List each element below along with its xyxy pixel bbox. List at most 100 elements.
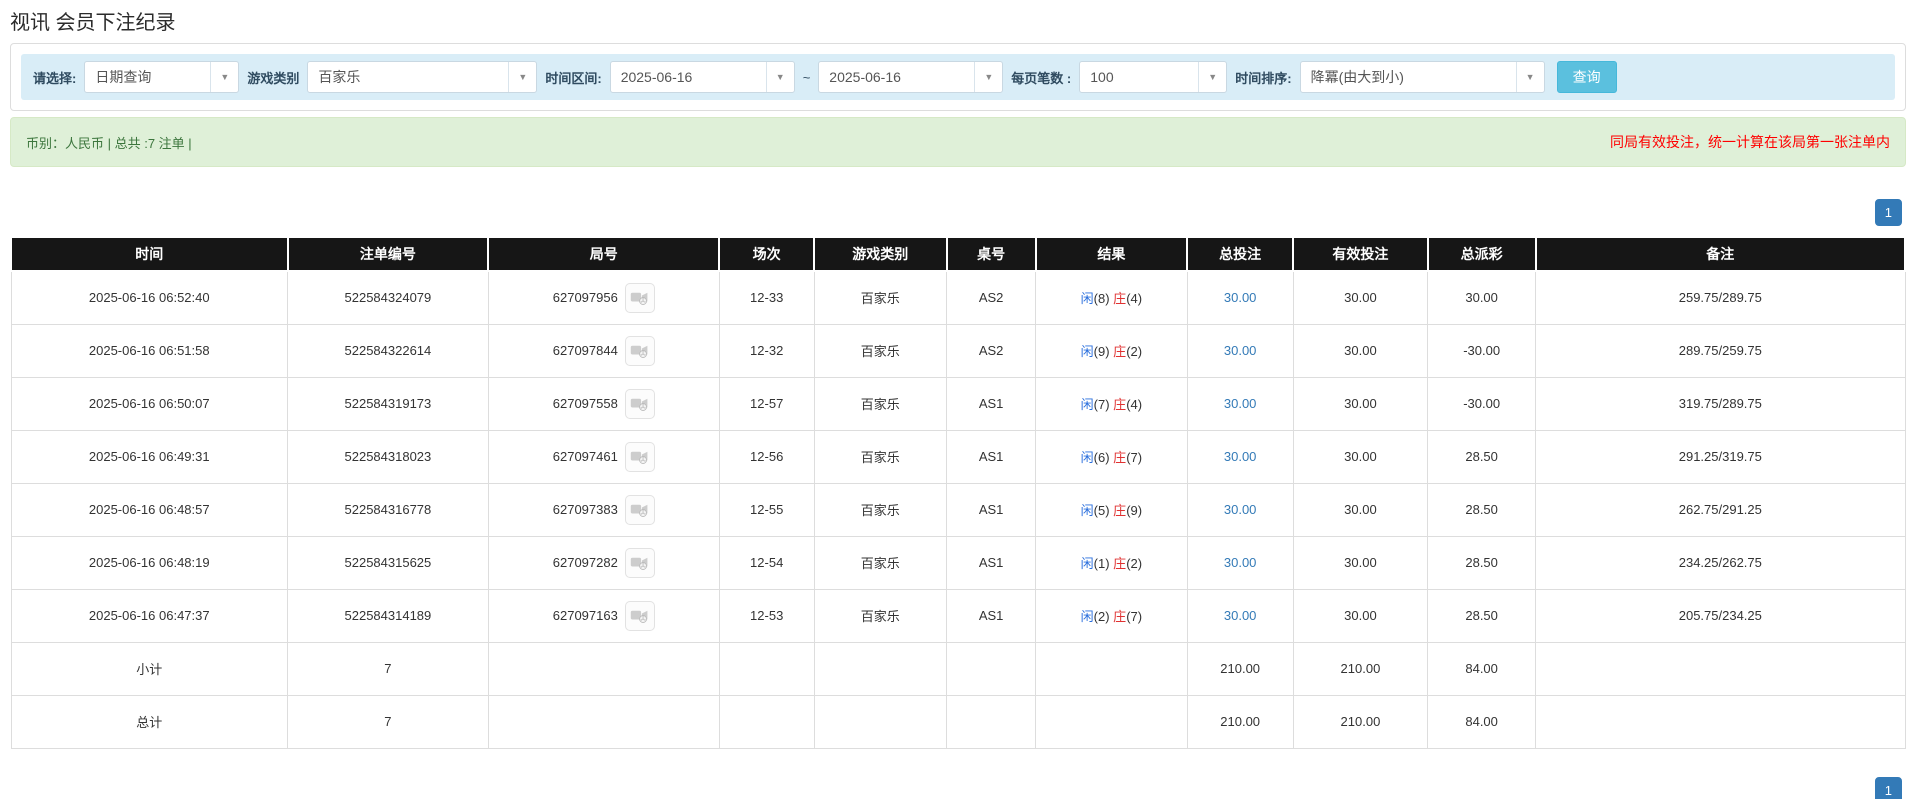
result-banker-points: (7) [1126, 450, 1143, 465]
cell-time: 2025-06-16 06:49:31 [10, 429, 289, 484]
date-to-select[interactable]: 2025-06-16 ▼ [818, 61, 1004, 93]
total-bet-link[interactable]: 30.00 [1224, 343, 1257, 358]
video-replay-button[interactable] [624, 547, 655, 578]
cell-payout: 28.50 [1427, 535, 1537, 590]
video-replay-button[interactable] [624, 494, 655, 525]
table-row[interactable]: 2025-06-16 06:48:19 522584315625 627097282… [10, 535, 1906, 590]
video-replay-button[interactable] [624, 441, 655, 472]
cell-table-no: AS1 [946, 482, 1037, 537]
result-player-points: (5) [1093, 503, 1114, 518]
subtotal-payout: 84.00 [1427, 641, 1537, 696]
cell-total-bet: 30.00 [1186, 535, 1294, 590]
total-bet-link[interactable]: 30.00 [1224, 396, 1257, 411]
filter-bar: 请选择: 日期查询 ▼ 游戏类别 百家乐 ▼ 时间区间: 2025-06-16 … [21, 54, 1895, 100]
cell-payout: 28.50 [1427, 588, 1537, 643]
summary-alert: 币别：人民币 | 总共 :7 注单 | 同局有效投注，统一计算在该局第一张注单内 [10, 117, 1906, 167]
cell-session: 12-32 [718, 323, 815, 378]
query-type-select[interactable]: 日期查询 ▼ [84, 61, 240, 93]
video-replay-icon [631, 398, 648, 411]
result-banker-points: (4) [1126, 397, 1143, 412]
result-banker-points: (9) [1126, 503, 1143, 518]
cell-note: 205.75/234.25 [1535, 588, 1906, 643]
cell-note: 289.75/259.75 [1535, 323, 1906, 378]
bets-table: 时间 注单编号 局号 场次 游戏类别 桌号 结果 总投注 有效投注 总派彩 备注 2025-06-1… [10, 236, 1907, 749]
cell-valid-bet: 30.00 [1292, 588, 1429, 643]
date-from-select[interactable]: 2025-06-16 ▼ [609, 61, 795, 93]
result-player-label: 闲 [1080, 291, 1094, 307]
per-page-select[interactable]: 100 ▼ [1079, 61, 1228, 93]
total-bet-link[interactable]: 30.00 [1224, 608, 1257, 623]
total-bet-link[interactable]: 30.00 [1224, 449, 1257, 464]
result-banker-label: 庄 [1113, 503, 1127, 518]
cell-note: 319.75/289.75 [1535, 376, 1906, 431]
cell-game-type: 百家乐 [813, 376, 948, 431]
result-banker-label: 庄 [1113, 291, 1127, 307]
total-bet-link[interactable]: 30.00 [1224, 502, 1257, 517]
cell-bet-id: 522584316778 [287, 482, 489, 537]
cell-total-bet: 30.00 [1186, 323, 1294, 378]
time-sort-select[interactable]: 降冪(由大到小) ▼ [1299, 61, 1545, 93]
cell-valid-bet: 30.00 [1292, 376, 1429, 431]
round-id-text: 627097163 [552, 608, 618, 623]
result-banker-points: (2) [1126, 344, 1143, 359]
video-replay-button[interactable] [624, 600, 655, 631]
cell-valid-bet: 30.00 [1292, 323, 1429, 378]
cell-result: 闲(2) 庄(7) [1035, 588, 1188, 643]
page-title: 视讯 会员下注纪录 [10, 12, 176, 34]
total-bet-link[interactable]: 30.00 [1224, 555, 1257, 570]
column-header: 时间 [10, 236, 289, 272]
subtotal-total-bet: 210.00 [1186, 641, 1294, 696]
result-player-label: 闲 [1080, 609, 1094, 624]
table-row[interactable]: 2025-06-16 06:51:58 522584322614 627097844… [10, 323, 1906, 378]
cell-round-id: 627097163 [487, 588, 720, 643]
search-button[interactable]: 查询 [1556, 61, 1617, 93]
total-row: 总计 7 210.00 210.00 84.00 [10, 694, 1906, 749]
cell-game-type: 百家乐 [813, 588, 948, 643]
chevron-down-icon[interactable]: ▼ [974, 62, 1002, 92]
cell-session: 12-53 [718, 588, 815, 643]
table-row[interactable]: 2025-06-16 06:47:37 522584314189 627097163… [10, 588, 1906, 643]
cell-result: 闲(8) 庄(4) [1035, 270, 1188, 325]
chevron-down-icon[interactable]: ▼ [765, 62, 794, 92]
round-id-text: 627097282 [552, 555, 618, 570]
video-replay-button[interactable] [624, 388, 655, 419]
result-banker-label: 庄 [1113, 344, 1127, 359]
column-header: 桌号 [945, 236, 1037, 272]
table-row[interactable]: 2025-06-16 06:52:40 522584324079 627097956… [10, 270, 1906, 325]
result-banker-points: (7) [1126, 609, 1143, 624]
cell-time: 2025-06-16 06:48:57 [10, 482, 289, 537]
table-row[interactable]: 2025-06-16 06:49:31 522584318023 627097461… [10, 429, 1906, 484]
date-from-value: 2025-06-16 [620, 69, 693, 85]
subtotal-label: 小计 [10, 641, 289, 696]
cell-valid-bet: 30.00 [1292, 429, 1429, 484]
page-1-button[interactable]: 1 [1874, 776, 1902, 799]
chevron-down-icon[interactable]: ▼ [508, 62, 536, 92]
cell-session: 12-56 [718, 429, 815, 484]
video-replay-icon [631, 345, 648, 358]
table-row[interactable]: 2025-06-16 06:50:07 522584319173 627097558… [10, 376, 1906, 431]
chevron-down-icon[interactable]: ▼ [1198, 62, 1226, 92]
cell-valid-bet: 30.00 [1292, 482, 1429, 537]
result-banker-label: 庄 [1113, 397, 1127, 412]
cell-round-id: 627097461 [487, 429, 720, 484]
chevron-down-icon[interactable]: ▼ [1515, 62, 1544, 92]
pagination-top: 1 [14, 199, 1902, 226]
table-row[interactable]: 2025-06-16 06:48:57 522584316778 627097383… [10, 482, 1906, 537]
round-id-text: 627097383 [552, 502, 618, 517]
cell-total-bet: 30.00 [1186, 376, 1294, 431]
total-valid-bet: 210.00 [1292, 694, 1429, 749]
video-replay-button[interactable] [624, 282, 655, 313]
video-replay-button[interactable] [624, 335, 655, 366]
chevron-down-icon[interactable]: ▼ [210, 62, 238, 92]
cell-result: 闲(7) 庄(4) [1035, 376, 1188, 431]
cell-session: 12-55 [718, 482, 815, 537]
page-1-button[interactable]: 1 [1874, 199, 1902, 226]
column-header: 有效投注 [1292, 236, 1429, 272]
cell-total-bet: 30.00 [1186, 482, 1294, 537]
cell-total-bet: 30.00 [1186, 270, 1294, 325]
total-bet-link[interactable]: 30.00 [1224, 290, 1257, 305]
cell-total-bet: 30.00 [1186, 588, 1294, 643]
table-header: 时间 注单编号 局号 场次 游戏类别 桌号 结果 总投注 有效投注 总派彩 备注 [10, 236, 1907, 272]
game-type-select[interactable]: 百家乐 ▼ [307, 61, 538, 93]
result-player-points: (1) [1093, 556, 1114, 571]
